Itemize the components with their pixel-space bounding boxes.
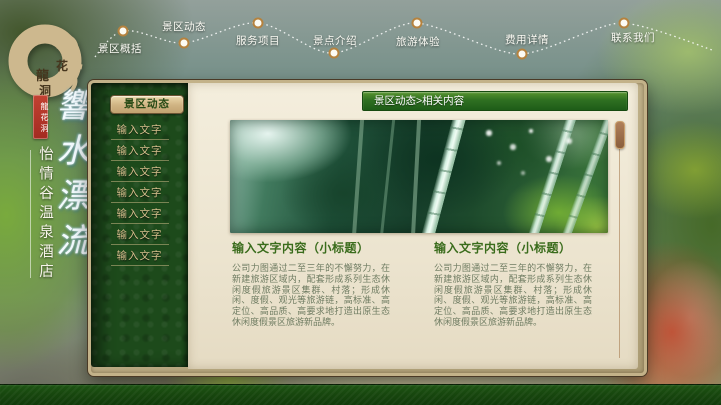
sidebar-menu-item[interactable]: 输入文字	[111, 203, 169, 224]
nav-item-contact[interactable]: 联系我们	[609, 30, 657, 45]
nav-item-fees[interactable]: 费用详情	[503, 32, 551, 47]
nav-node[interactable]	[119, 27, 128, 36]
bamboo-stalk	[379, 120, 395, 233]
page-background: 景区概括 景区动态 服务项目 景点介绍 旅游体验 费用详情 联系我们 花 龍 洞…	[0, 0, 721, 405]
bamboo-forest-photo	[230, 120, 608, 233]
svg-text:花: 花	[56, 58, 68, 73]
nav-item-spots[interactable]: 景点介绍	[311, 33, 359, 48]
nav-item-overview[interactable]: 景区概括	[96, 41, 144, 56]
content-window-frame: 景区动态 输入文字 输入文字 输入文字 输入文字 输入文字 输入文字 输入文字 …	[88, 80, 647, 376]
sidebar-menu-item[interactable]: 输入文字	[111, 119, 169, 140]
brand-divider-line	[30, 150, 31, 278]
sidebar-menu-item[interactable]: 输入文字	[111, 140, 169, 161]
nav-node[interactable]	[518, 50, 527, 59]
svg-text:龍: 龍	[36, 68, 49, 83]
breadcrumb[interactable]: 景区动态>相关内容	[362, 91, 628, 111]
content-column-right: 输入文字内容（小标题） 公司力图通过二至三年的不懈努力，在新建旅游区域内，配套形…	[434, 239, 592, 328]
column-heading: 输入文字内容（小标题）	[232, 239, 390, 256]
scrollbar-track[interactable]	[619, 121, 620, 358]
nav-node[interactable]	[180, 39, 189, 48]
column-heading: 输入文字内容（小标题）	[434, 239, 592, 256]
sidebar-menu-item[interactable]: 输入文字	[111, 161, 169, 182]
content-column-left: 输入文字内容（小标题） 公司力图通过二至三年的不懈努力，在新建旅游区域内，配套形…	[232, 239, 390, 328]
sidebar-panel: 景区动态 输入文字 输入文字 输入文字 输入文字 输入文字 输入文字 输入文字	[91, 83, 188, 367]
scrollbar-thumb[interactable]	[615, 121, 625, 149]
nav-node[interactable]	[620, 19, 629, 28]
sidebar-menu-item[interactable]: 输入文字	[111, 182, 169, 203]
nav-node[interactable]	[254, 19, 263, 28]
column-body-text: 公司力图通过二至三年的不懈努力，在新建旅游区域内，配套形成系列生态休闲度假旅游景…	[434, 263, 592, 328]
bamboo-stalk	[352, 120, 364, 233]
flower-speckles	[230, 120, 232, 122]
bamboo-stalk	[417, 120, 468, 233]
nav-item-experience[interactable]: 旅游体验	[394, 34, 442, 49]
nav-node[interactable]	[330, 49, 339, 58]
bottom-bar	[0, 384, 721, 405]
nav-item-services[interactable]: 服务项目	[234, 33, 282, 48]
nav-node[interactable]	[413, 19, 422, 28]
sidebar-header-button[interactable]: 景区动态	[110, 95, 184, 114]
sidebar-menu-item[interactable]: 输入文字	[111, 224, 169, 245]
brand-title-vertical: 響水漂流	[46, 88, 94, 298]
sidebar-menu-item[interactable]: 输入文字	[111, 245, 169, 266]
column-body-text: 公司力图通过二至三年的不懈努力，在新建旅游区域内，配套形成系列生态休闲度假旅游景…	[232, 263, 390, 328]
nav-item-news[interactable]: 景区动态	[160, 19, 208, 34]
sidebar-menu: 输入文字 输入文字 输入文字 输入文字 输入文字 输入文字 输入文字	[91, 119, 188, 266]
bamboo-stalk	[411, 120, 422, 233]
